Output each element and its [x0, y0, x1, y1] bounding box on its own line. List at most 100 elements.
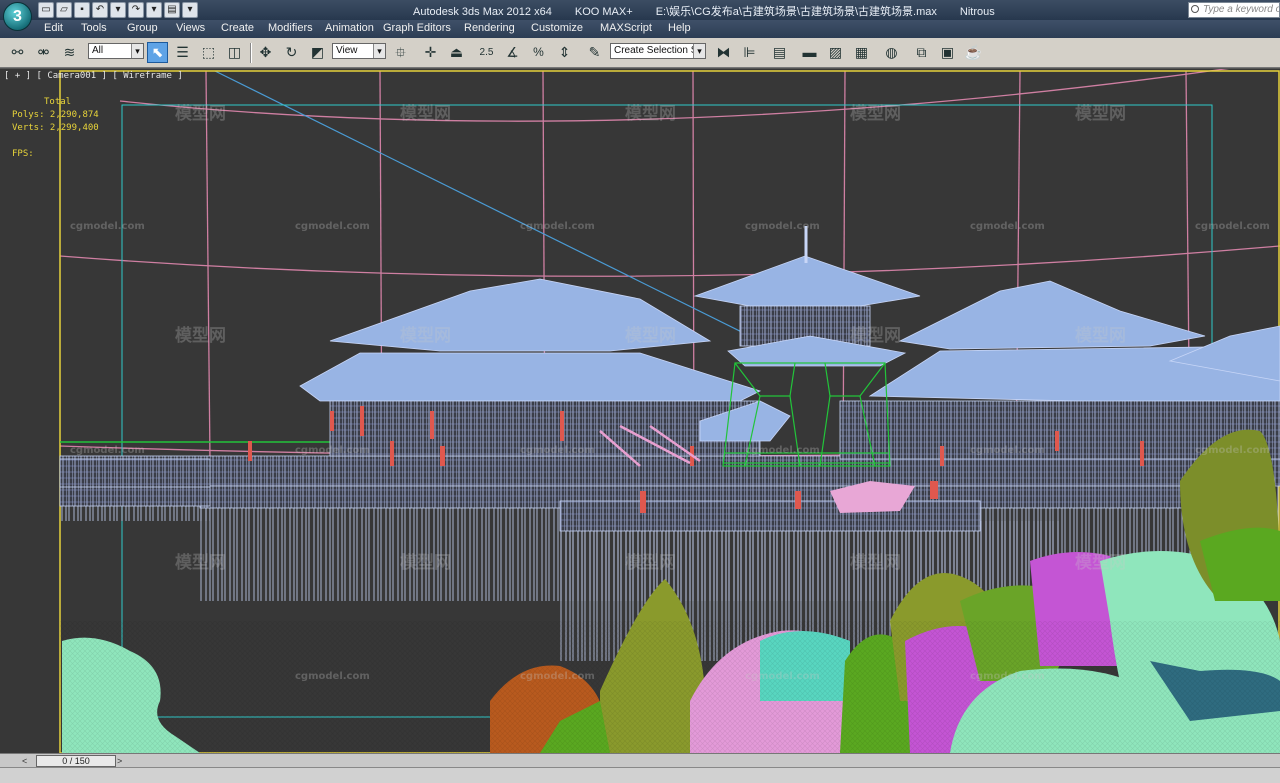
menu-customize[interactable]: Customize — [531, 22, 583, 34]
watermark-logo: 模型网 — [175, 325, 226, 346]
menu-group[interactable]: Group — [127, 22, 158, 34]
undo-icon[interactable]: ↶ — [92, 2, 108, 18]
watermark-url: cgmodel.com — [520, 445, 595, 456]
layer-manager-icon[interactable]: ▤ — [769, 42, 790, 63]
material-editor-icon[interactable]: ◍ — [881, 42, 902, 63]
time-slider-thumb[interactable]: 0 / 150 — [36, 755, 116, 767]
watermark-url: cgmodel.com — [520, 671, 595, 682]
watermark-url: cgmodel.com — [520, 221, 595, 232]
percent-snap-icon[interactable]: % — [528, 42, 549, 63]
menu-rendering[interactable]: Rendering — [464, 22, 515, 34]
window-crossing-icon[interactable]: ◫ — [224, 42, 245, 63]
menu-modifiers[interactable]: Modifiers — [268, 22, 313, 34]
watermark-url: cgmodel.com — [70, 445, 145, 456]
quick-access-toolbar: ▭ ▱ ▪ ↶ ▾ ↷ ▾ ▤ ▾ — [38, 2, 198, 18]
watermark-url: cgmodel.com — [295, 221, 370, 232]
spinner-snap-icon[interactable]: ⇕ — [554, 42, 575, 63]
watermark-logo: 模型网 — [625, 325, 676, 346]
watermark-logo: 模型网 — [400, 325, 451, 346]
watermark-logo: 模型网 — [1075, 103, 1126, 124]
app-name: Autodesk 3ds Max 2012 x64 — [413, 6, 552, 18]
render-setup-icon[interactable]: ⧉ — [911, 42, 932, 63]
dropdown-icon[interactable]: ▾ — [146, 2, 162, 18]
edit-named-selection-icon[interactable]: ✎ — [584, 42, 605, 63]
watermark-url: cgmodel.com — [1195, 221, 1270, 232]
menu-maxscript[interactable]: MAXScript — [600, 22, 652, 34]
menu-views[interactable]: Views — [176, 22, 205, 34]
watermark-logo: 模型网 — [625, 552, 676, 573]
rendered-frame-window-icon[interactable]: ▣ — [937, 42, 958, 63]
save-file-icon[interactable]: ▪ — [74, 2, 90, 18]
menu-create[interactable]: Create — [221, 22, 254, 34]
new-file-icon[interactable]: ▭ — [38, 2, 54, 18]
watermark-logo: 模型网 — [1075, 552, 1126, 573]
redo-icon[interactable]: ↷ — [128, 2, 144, 18]
bind-space-warp-icon[interactable]: ≋ — [59, 42, 80, 63]
track-bar[interactable] — [0, 767, 1280, 783]
watermark-logo: 模型网 — [400, 103, 451, 124]
watermark-logo: 模型网 — [1075, 325, 1126, 346]
unlink-icon[interactable]: ⚮ — [33, 42, 54, 63]
named-selection-set-select[interactable]: Create Selection Se — [610, 43, 706, 59]
menu-graph-editors[interactable]: Graph Editors — [383, 22, 451, 34]
stats-fps: FPS: — [12, 149, 34, 159]
pivot-center-icon[interactable]: ⯐ — [390, 42, 411, 63]
snaps-toggle-icon[interactable]: 2.5 — [476, 42, 497, 63]
select-and-rotate-icon[interactable]: ↻ — [281, 42, 302, 63]
search-input[interactable]: Type a keyword or — [1188, 2, 1280, 18]
select-and-scale-icon[interactable]: ◩ — [307, 42, 328, 63]
menu-help[interactable]: Help — [668, 22, 691, 34]
watermark-logo: 模型网 — [850, 325, 901, 346]
selection-filter-select[interactable]: All — [88, 43, 144, 59]
reference-coordinate-select[interactable]: View — [332, 43, 386, 59]
watermark-url: cgmodel.com — [970, 671, 1045, 682]
watermark-url: cgmodel.com — [745, 445, 820, 456]
menu-edit[interactable]: Edit — [44, 22, 63, 34]
stats-polys: Polys: 2,290,874 — [12, 110, 99, 120]
window-title: Autodesk 3ds Max 2012 x64 KOO MAX+ E:\娱乐… — [413, 3, 1015, 19]
select-by-name-icon[interactable]: ☰ — [172, 42, 193, 63]
time-slider-bar: < 0 / 150 > — [0, 753, 1280, 767]
menu-animation[interactable]: Animation — [325, 22, 374, 34]
file-path: E:\娱乐\CG发布a\古建筑场景\古建筑场景\古建筑场景.max — [655, 6, 937, 18]
select-and-link-icon[interactable]: ⚯ — [7, 42, 28, 63]
search-icon — [1191, 5, 1199, 13]
time-next-button[interactable]: > — [117, 755, 129, 767]
watermark-url: cgmodel.com — [970, 445, 1045, 456]
quick-access-menu-icon[interactable]: ▾ — [182, 2, 198, 18]
curve-editor-icon[interactable]: ▨ — [825, 42, 846, 63]
select-and-move-icon[interactable]: ✥ — [255, 42, 276, 63]
watermark-logo: 模型网 — [175, 103, 226, 124]
select-and-manipulate-icon[interactable]: ✛ — [420, 42, 441, 63]
watermark-logo: 模型网 — [850, 552, 901, 573]
roof-halls — [59, 226, 1280, 488]
render-production-icon[interactable]: ☕ — [963, 42, 984, 63]
menu-tools[interactable]: Tools — [81, 22, 107, 34]
select-object-icon[interactable]: ⬉ — [147, 42, 168, 63]
dropdown-icon[interactable]: ▾ — [110, 2, 126, 18]
title-bar: ▭ ▱ ▪ ↶ ▾ ↷ ▾ ▤ ▾ Autodesk 3ds Max 2012 … — [0, 0, 1280, 20]
app-menu-button[interactable]: 3 — [3, 2, 32, 31]
watermark-url: cgmodel.com — [745, 671, 820, 682]
renderer-name: Nitrous — [959, 6, 995, 18]
rectangular-selection-icon[interactable]: ⬚ — [198, 42, 219, 63]
time-prev-button[interactable]: < — [22, 755, 34, 767]
watermark-url: cgmodel.com — [70, 221, 145, 232]
camera-viewport[interactable]: 模型网 模型网 模型网 模型网 模型网 cgmodel.com cgmodel.… — [0, 68, 1280, 753]
keyboard-shortcut-override-icon[interactable]: ⏏ — [446, 42, 467, 63]
angle-snap-icon[interactable]: ∡ — [502, 42, 523, 63]
align-icon[interactable]: ⊫ — [739, 42, 760, 63]
open-file-icon[interactable]: ▱ — [56, 2, 72, 18]
viewport-label[interactable]: [ + ] [ Camera001 ] [ Wireframe ] — [4, 71, 183, 81]
project-folder-icon[interactable]: ▤ — [164, 2, 180, 18]
toolbar-separator — [250, 43, 252, 63]
stats-verts: Verts: 2,299,400 — [12, 123, 99, 133]
plugin-name: KOO MAX+ — [574, 6, 633, 18]
graphite-ribbon-icon[interactable]: ▬ — [799, 42, 820, 63]
schematic-view-icon[interactable]: ▦ — [851, 42, 872, 63]
watermark-logo: 模型网 — [175, 552, 226, 573]
viewport-statistics: Total Polys: 2,290,874 Verts: 2,299,400 FPS… — [12, 96, 99, 161]
mirror-icon[interactable]: ⧓ — [713, 42, 734, 63]
watermark-logo: 模型网 — [850, 103, 901, 124]
watermark-url: cgmodel.com — [1195, 445, 1270, 456]
